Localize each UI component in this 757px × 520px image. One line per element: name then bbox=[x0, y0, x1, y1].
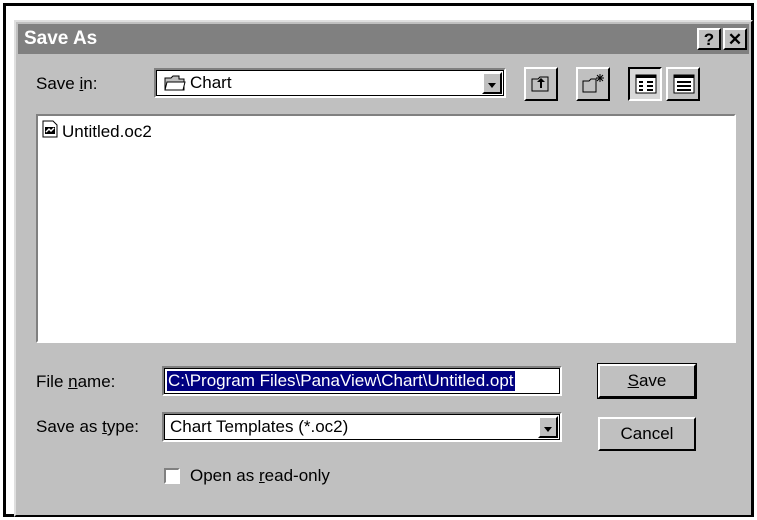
close-icon: ✕ bbox=[727, 30, 743, 49]
list-view-icon bbox=[635, 74, 657, 99]
save-as-type-value: Chart Templates (*.oc2) bbox=[170, 417, 349, 436]
save-in-dropdown-arrow[interactable] bbox=[482, 72, 502, 94]
save-as-type-label: Save as type: bbox=[36, 417, 140, 436]
details-view-button[interactable] bbox=[666, 67, 700, 101]
save-as-type-dropdown[interactable]: Chart Templates (*.oc2) bbox=[162, 412, 562, 442]
save-in-value: Chart bbox=[190, 73, 232, 92]
cancel-button[interactable]: Cancel bbox=[598, 417, 696, 451]
read-only-checkbox[interactable] bbox=[164, 468, 180, 484]
save-as-dialog: Save As ? ✕ Save in: Chart Untitled.oc2 … bbox=[14, 20, 753, 517]
list-item[interactable]: Untitled.oc2 bbox=[42, 120, 152, 143]
file-list[interactable]: Untitled.oc2 bbox=[36, 114, 736, 343]
new-folder-button[interactable] bbox=[576, 67, 610, 101]
save-in-dropdown[interactable]: Chart bbox=[154, 68, 506, 98]
up-one-level-button[interactable] bbox=[524, 67, 558, 101]
file-name-text: Untitled.oc2 bbox=[62, 121, 152, 141]
help-button[interactable]: ? bbox=[697, 28, 721, 50]
save-in-label: Save in: bbox=[36, 74, 98, 93]
file-name-field[interactable]: C:\Program Files\PanaView\Chart\Untitled… bbox=[162, 366, 562, 396]
save-button[interactable]: Save bbox=[597, 363, 697, 399]
up-one-level-icon bbox=[530, 73, 552, 100]
close-button[interactable]: ✕ bbox=[723, 28, 747, 50]
file-name-label: File name: bbox=[36, 372, 116, 391]
details-view-icon bbox=[673, 74, 695, 99]
dialog-title: Save As bbox=[24, 28, 98, 49]
folder-icon bbox=[164, 75, 186, 96]
file-name-value: C:\Program Files\PanaView\Chart\Untitled… bbox=[167, 371, 515, 391]
list-view-button[interactable] bbox=[628, 67, 662, 101]
title-bar: Save As ? ✕ bbox=[18, 24, 749, 54]
new-folder-icon bbox=[582, 73, 606, 100]
chart-file-icon bbox=[42, 120, 58, 143]
save-as-type-dropdown-arrow[interactable] bbox=[538, 416, 558, 438]
read-only-label[interactable]: Open as read-only bbox=[190, 466, 330, 486]
